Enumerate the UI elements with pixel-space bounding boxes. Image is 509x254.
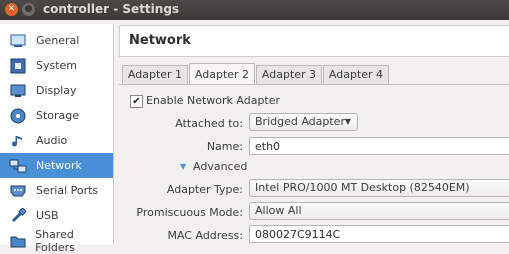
sidebar-item-system[interactable]: System: [0, 53, 113, 78]
attached-to-value: Bridged Adapter: [255, 115, 345, 128]
shared-folders-icon: [9, 233, 26, 249]
sidebar-item-audio[interactable]: Audio: [0, 128, 113, 153]
promiscuous-mode-label: Promiscuous Mode:: [136, 206, 243, 219]
sidebar-item-network[interactable]: Network: [0, 153, 113, 178]
sidebar-item-label: USB: [36, 209, 59, 222]
page-header: Network: [119, 25, 509, 57]
mac-address-field[interactable]: 080027C9114C: [249, 225, 509, 243]
mac-address-value: 080027C9114C: [255, 228, 341, 241]
sidebar-item-shared-folders[interactable]: Shared Folders: [0, 227, 113, 254]
audio-icon: [9, 133, 27, 149]
network-icon: [9, 158, 27, 174]
system-icon: [9, 58, 27, 74]
tab-adapter-4[interactable]: Adapter 4: [323, 65, 389, 84]
tab-adapter-3[interactable]: Adapter 3: [256, 65, 322, 84]
sidebar-item-label: Audio: [36, 134, 68, 147]
sidebar-item-serial-ports[interactable]: Serial Ports: [0, 178, 113, 203]
attached-to-label: Attached to:: [175, 117, 243, 130]
tab-adapter-1[interactable]: Adapter 1: [122, 65, 188, 84]
title-bar: ✕ ● controller - Settings: [0, 0, 509, 20]
sidebar-item-label: Shared Folders: [35, 227, 75, 254]
tab-adapter-2[interactable]: Adapter 2: [189, 63, 255, 85]
sidebar-item-label: Display: [36, 84, 77, 97]
sidebar-item-usb[interactable]: USB: [0, 203, 113, 228]
usb-icon: [9, 207, 27, 224]
attached-to-select[interactable]: Bridged Adapter ▼: [249, 113, 358, 131]
sidebar-item-storage[interactable]: Storage: [0, 103, 113, 128]
mac-address-label: MAC Address:: [167, 229, 243, 242]
sidebar-item-label: General: [36, 34, 80, 47]
minimize-icon[interactable]: ●: [22, 3, 35, 16]
sidebar-item-display[interactable]: Display: [0, 78, 113, 103]
settings-sidebar: General System Display Storage Audio Net…: [0, 24, 114, 254]
advanced-toggle[interactable]: Advanced: [193, 160, 247, 173]
tab-label: Adapter 2: [194, 68, 250, 81]
general-icon: [9, 33, 27, 49]
adapter-type-select[interactable]: Intel PRO/1000 MT Desktop (82540EM): [249, 179, 509, 197]
storage-icon: [9, 108, 27, 124]
name-value: eth0: [255, 140, 281, 153]
close-icon[interactable]: ✕: [5, 3, 18, 16]
tab-label: Adapter 3: [261, 68, 317, 81]
adapter-type-label: Adapter Type:: [166, 183, 243, 196]
promiscuous-mode-value: Allow All: [255, 204, 302, 217]
name-field[interactable]: eth0: [249, 137, 509, 155]
adapter-type-value: Intel PRO/1000 MT Desktop (82540EM): [255, 181, 470, 194]
expand-triangle-icon[interactable]: ▼: [180, 162, 186, 171]
tab-label: Adapter 1: [127, 68, 183, 81]
page-title: Network: [129, 33, 191, 48]
sidebar-item-label: Network: [36, 159, 82, 172]
window-title: controller - Settings: [43, 2, 180, 16]
sidebar-item-label: Storage: [36, 109, 80, 122]
sidebar-item-label: System: [36, 59, 78, 72]
serial-ports-icon: [9, 183, 27, 199]
sidebar-item-label: Serial Ports: [36, 184, 99, 197]
chevron-down-icon: ▼: [344, 117, 351, 126]
name-label: Name:: [206, 140, 243, 153]
display-icon: [9, 83, 27, 99]
enable-adapter-checkbox[interactable]: ✔: [130, 95, 143, 108]
enable-adapter-label: Enable Network Adapter: [146, 94, 281, 107]
sidebar-item-general[interactable]: General: [0, 28, 113, 53]
tab-label: Adapter 4: [328, 68, 384, 81]
promiscuous-mode-select[interactable]: Allow All: [249, 202, 509, 220]
tab-panel: [119, 84, 509, 246]
